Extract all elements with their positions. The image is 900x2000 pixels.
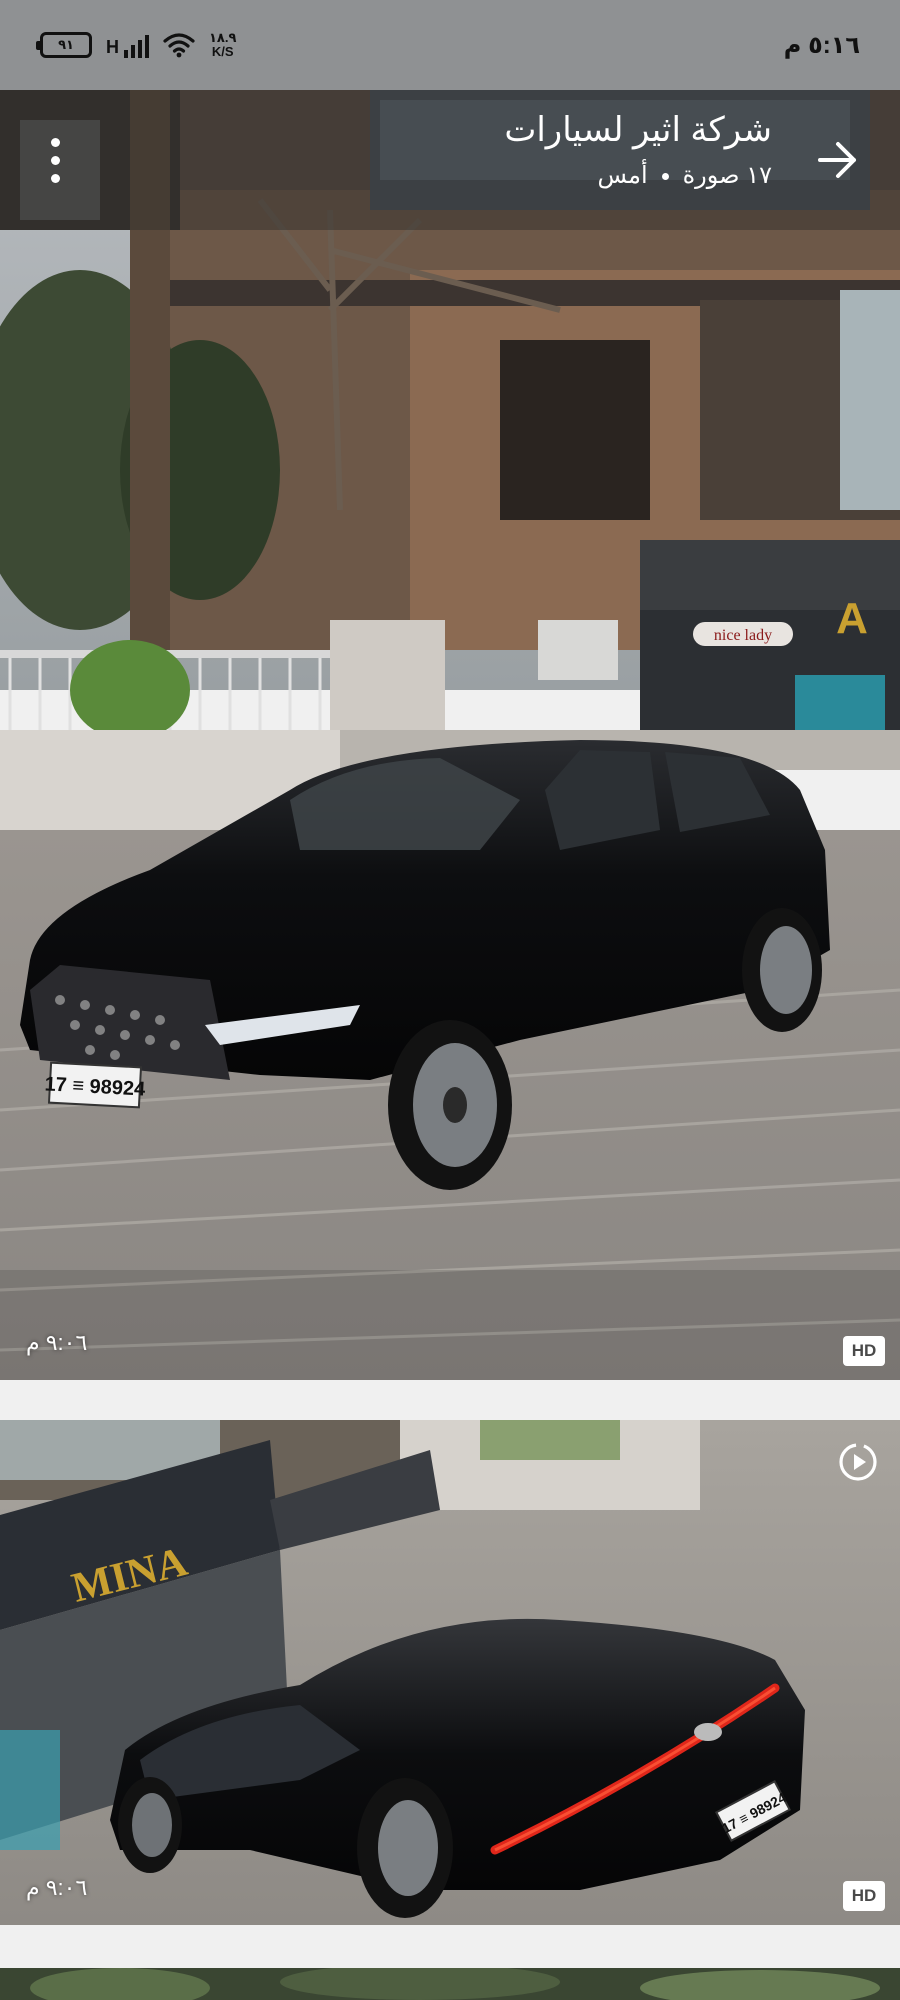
photo-count: ١٧ صورة [682, 162, 772, 189]
next-photo-preview [0, 1968, 900, 2000]
car-rear-photo: MINA 17 ≡ 98924 [0, 1420, 900, 1925]
status-icons: ٩١ H ١٨.٩ K/S [36, 31, 236, 59]
separator-dot [661, 173, 669, 181]
battery-icon: ٩١ [36, 32, 92, 58]
shop-letter: A [836, 594, 868, 643]
speed-value: ١٨.٩ [209, 30, 237, 45]
more-options-button[interactable] [30, 128, 80, 192]
photo-divider [0, 1380, 900, 1420]
network-speed: ١٨.٩ K/S [209, 31, 236, 59]
speed-unit: K/S [211, 44, 234, 59]
wifi-icon [163, 33, 195, 58]
photo-rear-view[interactable]: MINA 17 ≡ 98924 [0, 1420, 900, 1925]
photo-next-partial[interactable] [0, 1968, 900, 2000]
media-meta: ١٧ صورة أمس [504, 158, 772, 194]
network-type: H [106, 37, 119, 57]
photo-viewer-screen: ٩١ H ١٨.٩ K/S ٥:١٦ م nice lady A 17 ≡ 98… [0, 0, 900, 2000]
battery-level: ٩١ [58, 37, 74, 52]
media-date: أمس [597, 162, 648, 189]
shop-sign-text: nice lady [714, 627, 772, 644]
photo-divider [0, 1925, 900, 1968]
back-arrow-icon[interactable] [812, 134, 864, 186]
viewer-header: شركة اثير لسيارات ١٧ صورة أمس [0, 90, 900, 230]
car-front-photo: nice lady A 17 ≡ 98924 [0, 90, 900, 1380]
status-time: ٥:١٦ م [783, 31, 860, 59]
photo-front-view[interactable]: nice lady A 17 ≡ 98924 [0, 90, 900, 1380]
photo-time: ٩:٠٦ م [26, 1330, 88, 1355]
hd-badge: HD [843, 1881, 885, 1911]
motion-photo-icon[interactable] [836, 1440, 880, 1484]
chat-title: شركة اثير لسيارات [504, 111, 772, 149]
hd-badge: HD [843, 1336, 885, 1366]
status-bar: ٩١ H ١٨.٩ K/S ٥:١٦ م [0, 0, 900, 90]
photo-time: ٩:٠٦ م [26, 1875, 88, 1900]
chat-info[interactable]: شركة اثير لسيارات ١٧ صورة أمس [504, 108, 772, 194]
signal-icon: H [106, 32, 149, 58]
more-vert-icon [50, 137, 60, 147]
